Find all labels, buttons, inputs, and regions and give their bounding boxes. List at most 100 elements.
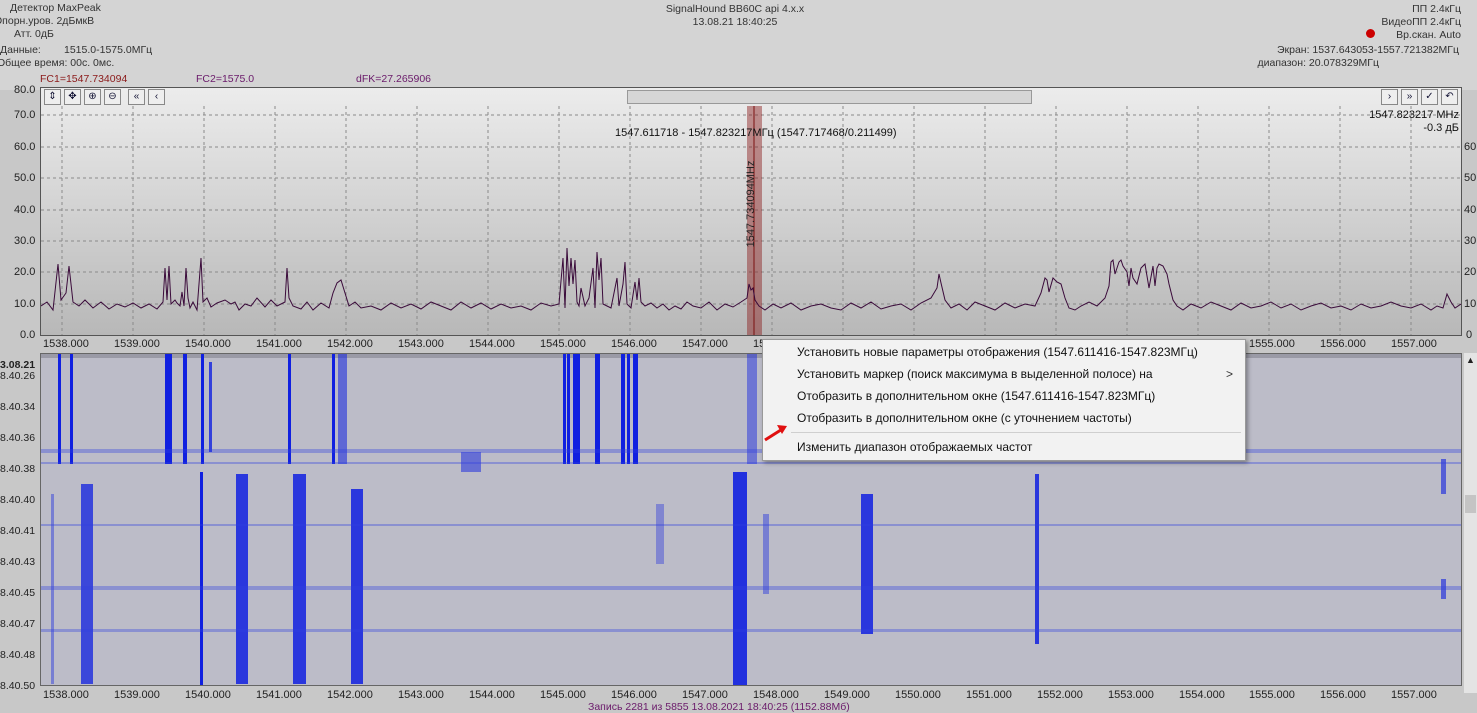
left-icon[interactable]: ‹ bbox=[148, 89, 165, 105]
y-label-right-50: 50 bbox=[1464, 172, 1477, 184]
y-label-right-20: 20 bbox=[1464, 266, 1477, 278]
wf-freq-1: 1539.000 bbox=[114, 689, 160, 701]
horizontal-scroll-thumb[interactable] bbox=[627, 90, 1032, 104]
selection-readout: 1547.611718 - 1547.823217МГц (1547.71746… bbox=[615, 127, 897, 139]
y-label-10: 10.0 bbox=[14, 298, 36, 310]
time-label-9: 8.40.47 bbox=[0, 618, 36, 630]
wf-freq-3: 1541.000 bbox=[256, 689, 302, 701]
menu-item-show-extra-refine[interactable]: Отобразить в дополнительном окне (с уточ… bbox=[797, 411, 1132, 425]
y-label-50: 50.0 bbox=[14, 172, 36, 184]
y-label-right-0: 0 bbox=[1466, 329, 1473, 341]
record-footer: Запись 2281 из 5855 13.08.2021 18:40:25 … bbox=[588, 701, 850, 713]
spec-freq-1547: 1547.000 bbox=[682, 338, 728, 350]
wf-freq-14: 1552.000 bbox=[1037, 689, 1083, 701]
spec-freq-1542: 1542.000 bbox=[327, 338, 373, 350]
wf-freq-7: 1545.000 bbox=[540, 689, 586, 701]
waterfall-plot[interactable] bbox=[40, 353, 1462, 686]
span-range: диапазон: 20.078329МГц bbox=[1257, 57, 1380, 69]
detector-label: Детектор MaxPeak bbox=[10, 2, 101, 14]
wf-freq-13: 1551.000 bbox=[966, 689, 1012, 701]
wf-freq-16: 1554.000 bbox=[1179, 689, 1225, 701]
wf-freq-9: 1547.000 bbox=[682, 689, 728, 701]
wf-freq-10: 1548.000 bbox=[753, 689, 799, 701]
y-label-20: 20.0 bbox=[14, 266, 36, 278]
sweep-time-label: Вр.скан. Auto bbox=[1396, 29, 1461, 41]
y-label-80: 80.0 bbox=[14, 84, 36, 96]
menu-item-change-range[interactable]: Изменить диапазон отображаемых частот bbox=[797, 440, 1032, 454]
fc2-readout: FC2=1575.0 bbox=[196, 73, 255, 85]
time-label-4: 8.40.38 bbox=[0, 463, 36, 475]
spec-freq-1557: 1557.000 bbox=[1391, 338, 1437, 350]
menu-item-show-extra-window[interactable]: Отобразить в дополнительном окне (1547.6… bbox=[797, 389, 1155, 403]
annotation-arrow-icon bbox=[764, 425, 787, 442]
time-label-8: 8.40.45 bbox=[0, 587, 36, 599]
spec-freq-1544: 1544.000 bbox=[469, 338, 515, 350]
right-readout: 1547.823217 MHz bbox=[1369, 109, 1459, 121]
right-readout-db: -0.3 дБ bbox=[1423, 122, 1459, 134]
spec-freq-1541: 1541.000 bbox=[256, 338, 302, 350]
y-label-right-30: 30 bbox=[1464, 235, 1477, 247]
zoom-in-icon[interactable]: ⊕ bbox=[84, 89, 101, 105]
double-right-icon[interactable]: » bbox=[1401, 89, 1418, 105]
wf-freq-2: 1540.000 bbox=[185, 689, 231, 701]
time-label-7: 8.40.43 bbox=[0, 556, 36, 568]
spec-freq-1543: 1543.000 bbox=[398, 338, 444, 350]
zoom-fit-icon[interactable]: ⇕ bbox=[44, 89, 61, 105]
ref-level-label: Опорн.уров. 2дБмкВ bbox=[0, 15, 95, 27]
data-range-value: 1515.0-1575.0МГц bbox=[64, 44, 153, 56]
y-label-right-60: 60 bbox=[1464, 141, 1477, 153]
time-label-6: 8.40.41 bbox=[0, 525, 36, 537]
wf-freq-19: 1557.000 bbox=[1391, 689, 1437, 701]
submenu-arrow-icon: > bbox=[1225, 367, 1233, 381]
wf-freq-17: 1555.000 bbox=[1249, 689, 1295, 701]
wf-freq-4: 1542.000 bbox=[327, 689, 373, 701]
fc1-readout: FC1=1547.734094 bbox=[40, 73, 128, 85]
vertical-scrollbar[interactable]: ▲ bbox=[1464, 353, 1477, 693]
time-label-11: 8.40.50 bbox=[0, 680, 36, 692]
y-label-right-40: 40 bbox=[1464, 204, 1477, 216]
wf-freq-6: 1544.000 bbox=[469, 689, 515, 701]
y-label-30: 30.0 bbox=[14, 235, 36, 247]
undo-icon[interactable]: ↶ bbox=[1441, 89, 1458, 105]
context-menu: Установить новые параметры отображения (… bbox=[762, 339, 1246, 461]
check-icon[interactable]: ✓ bbox=[1421, 89, 1438, 105]
scroll-up-icon[interactable]: ▲ bbox=[1465, 355, 1476, 366]
zoom-out-icon[interactable]: ⊖ bbox=[104, 89, 121, 105]
wf-freq-8: 1546.000 bbox=[611, 689, 657, 701]
total-time-label: Общее время: 00с. 0мс. bbox=[0, 57, 115, 69]
time-label-5: 8.40.40 bbox=[0, 494, 36, 506]
screen-range: Экран: 1537.643053-1557.721382МГц bbox=[1276, 44, 1459, 56]
wf-freq-18: 1556.000 bbox=[1320, 689, 1366, 701]
waterfall-svg bbox=[41, 354, 1461, 685]
vbw-label: ВидеоПП 2.4кГц bbox=[1381, 16, 1461, 28]
marker-frequency-label: 1547.734094MHz bbox=[745, 160, 757, 248]
menu-item-set-display[interactable]: Установить новые параметры отображения (… bbox=[797, 345, 1198, 359]
attenuation-label: Атт. 0дБ bbox=[14, 28, 54, 40]
spectrum-plot[interactable]: ⇕ ✥ ⊕ ⊖ « ‹ › » ✓ ↶ 1547.611718 - 1547.8… bbox=[40, 87, 1462, 336]
menu-separator bbox=[791, 432, 1241, 433]
pan-icon[interactable]: ✥ bbox=[64, 89, 81, 105]
time-label-1: 8.40.26 bbox=[0, 370, 36, 382]
y-label-40: 40.0 bbox=[14, 204, 36, 216]
y-label-right-10: 10 bbox=[1464, 298, 1477, 310]
double-left-icon[interactable]: « bbox=[128, 89, 145, 105]
scroll-thumb[interactable] bbox=[1465, 495, 1476, 513]
spec-freq-1540: 1540.000 bbox=[185, 338, 231, 350]
spec-freq-1538: 1538.000 bbox=[43, 338, 89, 350]
info-header: Детектор MaxPeak Опорн.уров. 2дБмкВ Атт.… bbox=[0, 0, 1477, 90]
y-label-0: 0.0 bbox=[20, 329, 36, 341]
y-label-60: 60.0 bbox=[14, 141, 36, 153]
time-label-10: 8.40.48 bbox=[0, 649, 36, 661]
y-label-70: 70.0 bbox=[14, 109, 36, 121]
right-icon[interactable]: › bbox=[1381, 89, 1398, 105]
dfk-readout: dFK=27.265906 bbox=[356, 73, 432, 85]
spec-freq-1539: 1539.000 bbox=[114, 338, 160, 350]
time-label-3: 8.40.36 bbox=[0, 432, 36, 444]
spec-freq-1546: 1546.000 bbox=[611, 338, 657, 350]
wf-freq-0: 1538.000 bbox=[43, 689, 89, 701]
spec-freq-1556: 1556.000 bbox=[1320, 338, 1366, 350]
wf-freq-11: 1549.000 bbox=[824, 689, 870, 701]
menu-item-set-marker[interactable]: Установить маркер (поиск максимума в выд… bbox=[797, 367, 1153, 381]
data-label: Данные: bbox=[0, 44, 41, 56]
wf-freq-15: 1553.000 bbox=[1108, 689, 1154, 701]
